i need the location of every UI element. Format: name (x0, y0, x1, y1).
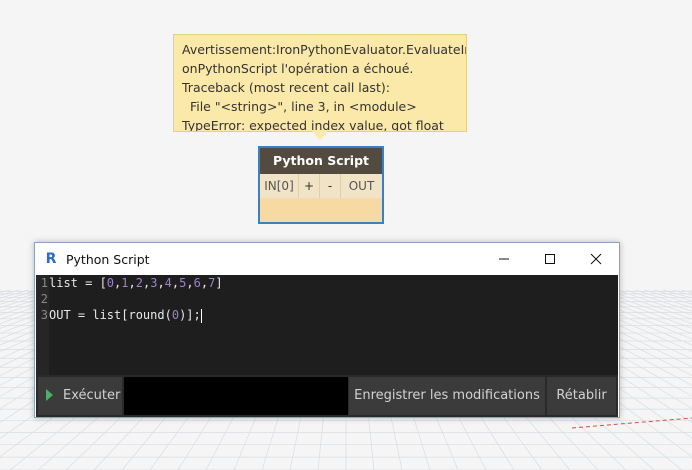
revert-button[interactable]: Rétablir (547, 377, 616, 415)
warning-line: File "<string>", line 3, in <module> (182, 99, 417, 114)
warning-line: onPythonScript l'opération a échoué. (182, 61, 414, 76)
warning-line: Avertissement:IronPythonEvaluator.Evalua… (182, 42, 467, 57)
text-cursor (200, 308, 202, 323)
grid-line (663, 289, 692, 299)
code-comma: , (186, 276, 194, 290)
python-script-node[interactable]: Python Script IN[0] + - OUT (258, 146, 384, 224)
code-text: )]; (179, 308, 201, 322)
code-number: 2 (135, 276, 143, 290)
code-comma: , (157, 276, 165, 290)
grid-line (616, 289, 692, 316)
run-button-label: Exécuter (63, 388, 121, 403)
play-icon (46, 388, 53, 401)
warning-tooltip: Avertissement:IronPythonEvaluator.Evalua… (173, 34, 467, 132)
maximize-icon (545, 254, 555, 264)
window-title: Python Script (66, 251, 150, 267)
remove-input-button[interactable]: - (320, 174, 341, 198)
run-button[interactable]: Exécuter (38, 377, 122, 415)
minimize-button[interactable] (481, 243, 527, 275)
grid-line (0, 289, 29, 299)
button-bar-spacer (124, 377, 348, 415)
line-number: 3 (40, 308, 48, 322)
revit-r-icon: R (45, 251, 57, 267)
window-controls (481, 243, 619, 275)
code-text: ] (215, 276, 223, 290)
node-title[interactable]: Python Script (260, 148, 382, 174)
warning-line: TypeError: expected index value, got flo… (182, 118, 444, 132)
code-line-3[interactable]: 3OUT = list[round(0)]; (36, 307, 202, 323)
grid-line (0, 289, 11, 294)
close-button[interactable] (573, 243, 619, 275)
close-icon (590, 253, 602, 265)
save-changes-button[interactable]: Enregistrer les modifications (349, 377, 545, 415)
code-number: 6 (193, 276, 201, 290)
code-text: OUT = list[round( (49, 308, 172, 322)
grid-line (0, 289, 1, 291)
code-number: 0 (171, 308, 180, 322)
window-titlebar[interactable]: R Python Script (35, 243, 619, 275)
code-number: 1 (121, 276, 129, 290)
warning-tooltip-pointer (312, 131, 328, 140)
code-line-2[interactable]: 2 (36, 291, 49, 307)
code-number: 4 (164, 276, 172, 290)
code-number: 0 (106, 276, 115, 290)
code-line-1[interactable]: 1list = [0,1,2,3,4,5,6,7] (36, 275, 223, 291)
editor-action-bar: Exécuter Enregistrer les modifications R… (36, 375, 618, 417)
code-text: list = [ (49, 276, 107, 290)
maximize-button[interactable] (527, 243, 573, 275)
line-number: 1 (40, 276, 48, 290)
output-port-out[interactable]: OUT (341, 174, 382, 198)
python-script-editor-window: R Python Script 1list = [0,1,2,3,4,5,6,7… (34, 242, 620, 418)
input-port-in0[interactable]: IN[0] (260, 174, 299, 198)
code-comma: , (128, 276, 136, 290)
node-ports: IN[0] + - OUT (260, 174, 382, 198)
warning-line: Traceback (most recent call last): (182, 80, 390, 95)
code-comma: , (200, 276, 209, 290)
grid-line (681, 289, 692, 294)
add-input-button[interactable]: + (299, 174, 320, 198)
code-editor[interactable]: 1list = [0,1,2,3,4,5,6,7] 2 3OUT = list[… (36, 275, 618, 375)
x-axis-line (571, 417, 692, 429)
line-number: 2 (40, 292, 48, 306)
minimize-icon (499, 258, 509, 260)
